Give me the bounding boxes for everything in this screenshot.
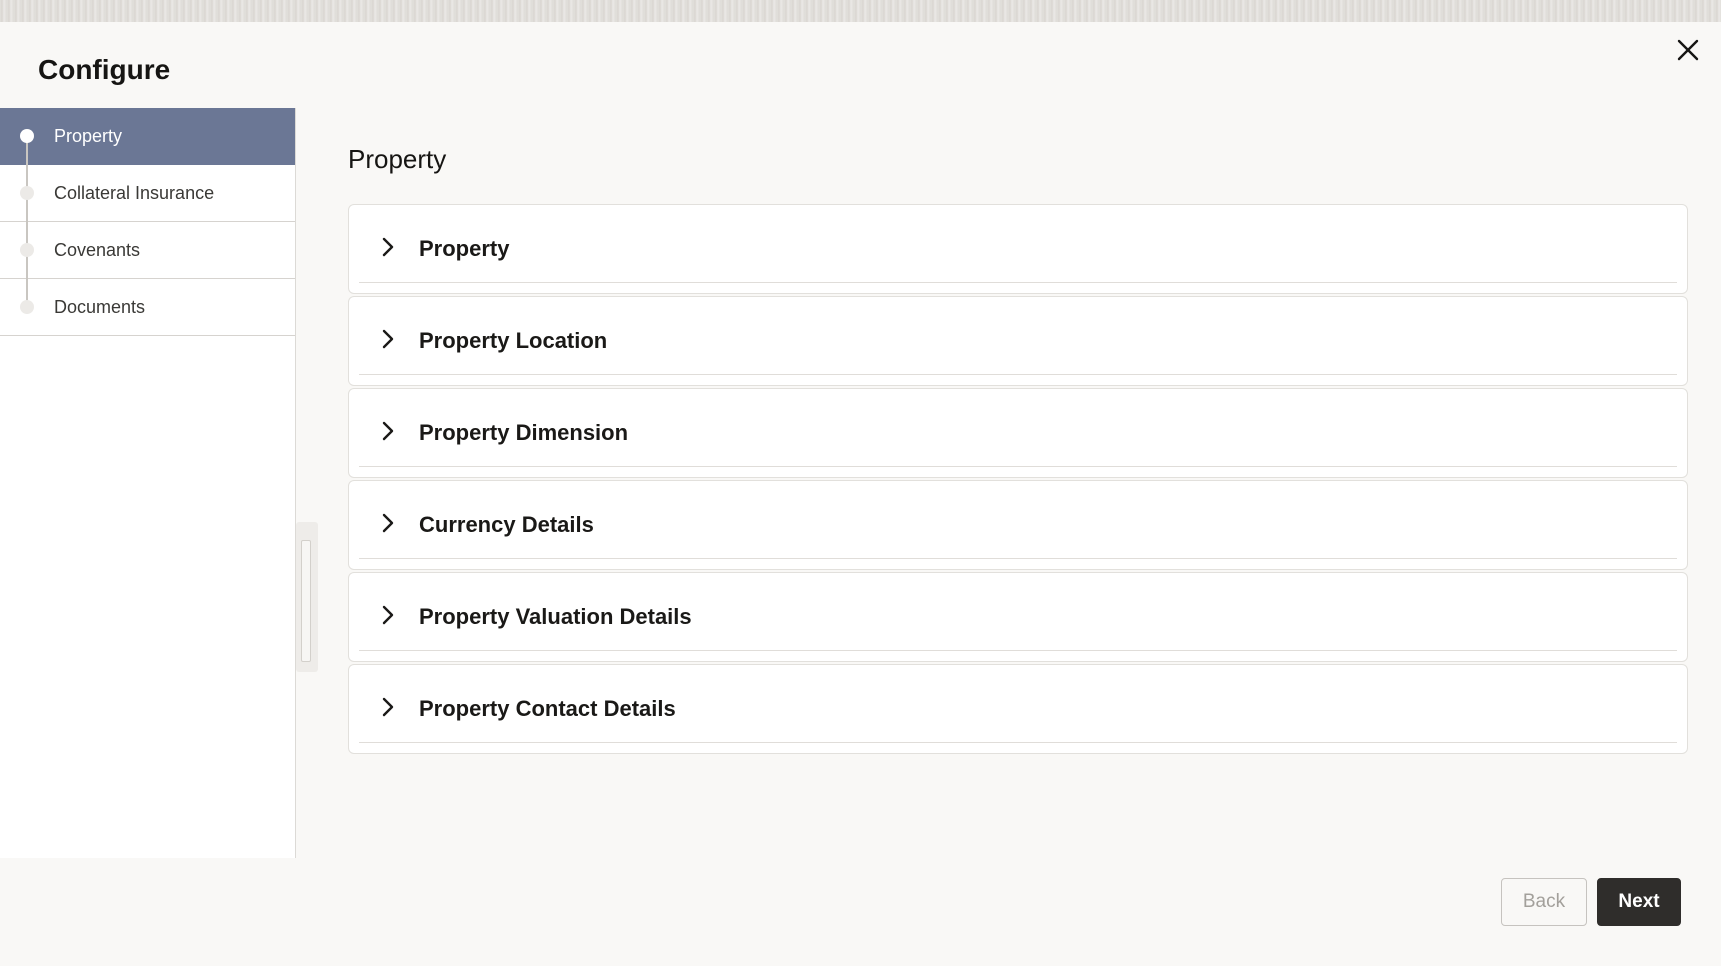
step-indicator-icon [20,300,34,314]
accordion-panel-property-valuation-details[interactable]: Property Valuation Details [348,572,1688,662]
step-label: Documents [54,296,146,317]
step-navigator: Property Collateral Insurance Covenants … [0,108,296,858]
back-button[interactable]: Back [1501,878,1587,926]
accordion-panel-title: Property [419,236,510,261]
background-strip [0,0,1721,22]
close-button[interactable] [1670,32,1706,68]
panel-resize-handle[interactable] [296,522,318,672]
chevron-right-icon [379,512,397,534]
step-documents[interactable]: Documents [0,279,295,336]
accordion-panel-property-location[interactable]: Property Location [348,296,1688,386]
close-icon [1677,39,1699,61]
accordion-panel-property[interactable]: Property [348,204,1688,294]
configure-dialog: Configure Property Collateral Insurance … [0,22,1721,966]
accordion-panel-title: Property Dimension [419,420,629,445]
accordion: Property Property Location Property Dime… [348,204,1688,756]
accordion-panel-currency-details[interactable]: Currency Details [348,480,1688,570]
step-label: Covenants [54,239,141,260]
step-indicator-icon [20,129,34,143]
chevron-right-icon [379,420,397,442]
accordion-panel-property-dimension[interactable]: Property Dimension [348,388,1688,478]
main-content: Property Property Property Location Prop… [348,108,1688,848]
step-covenants[interactable]: Covenants [0,222,295,279]
next-button[interactable]: Next [1597,878,1681,926]
chevron-right-icon [379,236,397,258]
accordion-panel-title: Property Valuation Details [419,604,692,629]
accordion-panel-title: Currency Details [419,512,594,537]
step-property[interactable]: Property [0,108,295,165]
chevron-right-icon [379,696,397,718]
step-indicator-icon [20,243,34,257]
section-title: Property [348,144,447,174]
accordion-panel-title: Property Location [419,328,608,353]
step-indicator-icon [20,186,34,200]
accordion-panel-title: Property Contact Details [419,696,676,721]
chevron-right-icon [379,328,397,350]
step-collateral-insurance[interactable]: Collateral Insurance [0,165,295,222]
accordion-panel-property-contact-details[interactable]: Property Contact Details [348,664,1688,754]
step-label: Collateral Insurance [54,182,215,203]
timeline-connector [26,136,28,308]
dialog-title: Configure [38,54,171,85]
step-label: Property [54,125,123,146]
chevron-right-icon [379,604,397,626]
